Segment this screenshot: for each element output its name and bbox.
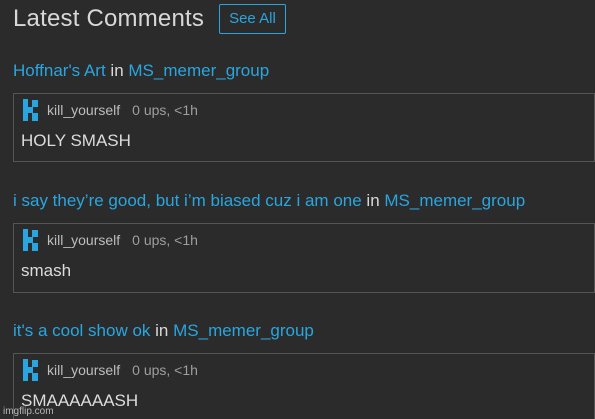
group-link[interactable]: MS_memer_group [173,321,314,340]
post-line: it's a cool show ok in MS_memer_group [13,321,314,341]
comment-card: kill_yourself 0 ups, <1h SMAAAAAASH [13,353,595,419]
comment-header: kill_yourself 0 ups, <1h [23,359,198,381]
comment-text: smash [21,261,72,280]
see-all-button[interactable]: See All [219,4,286,34]
comment-username[interactable]: kill_yourself [47,362,120,378]
avatar-icon[interactable] [23,359,39,381]
comment-text: HOLY SMASH [21,131,131,150]
post-line: i say they’re good, but i’m biased cuz i… [13,191,525,211]
avatar-icon[interactable] [23,99,39,121]
in-label: in [105,61,129,80]
page-title: Latest Comments [13,5,205,32]
in-label: in [361,191,385,210]
post-line: Hoffnar's Art in MS_memer_group [13,61,269,81]
post-title-link[interactable]: i say they’re good, but i’m biased cuz i… [13,191,362,210]
comment-header: kill_yourself 0 ups, <1h [23,229,198,251]
comment-meta: 0 ups, <1h [132,362,198,378]
in-label: in [150,321,174,340]
comment-header: kill_yourself 0 ups, <1h [23,99,198,121]
comment-card: kill_yourself 0 ups, <1h smash [13,223,595,293]
group-link[interactable]: MS_memer_group [128,61,269,80]
group-link[interactable]: MS_memer_group [384,191,525,210]
post-title-link[interactable]: Hoffnar's Art [13,61,106,80]
comment-meta: 0 ups, <1h [132,232,198,248]
post-title-link[interactable]: it's a cool show ok [13,321,150,340]
comments-header: Latest Comments See All [13,4,286,34]
comment-card: kill_yourself 0 ups, <1h HOLY SMASH [13,93,595,162]
avatar-icon[interactable] [23,229,39,251]
comment-username[interactable]: kill_yourself [47,232,120,248]
comment-username[interactable]: kill_yourself [47,102,120,118]
comment-meta: 0 ups, <1h [132,102,198,118]
watermark: imgflip.com [3,406,54,417]
